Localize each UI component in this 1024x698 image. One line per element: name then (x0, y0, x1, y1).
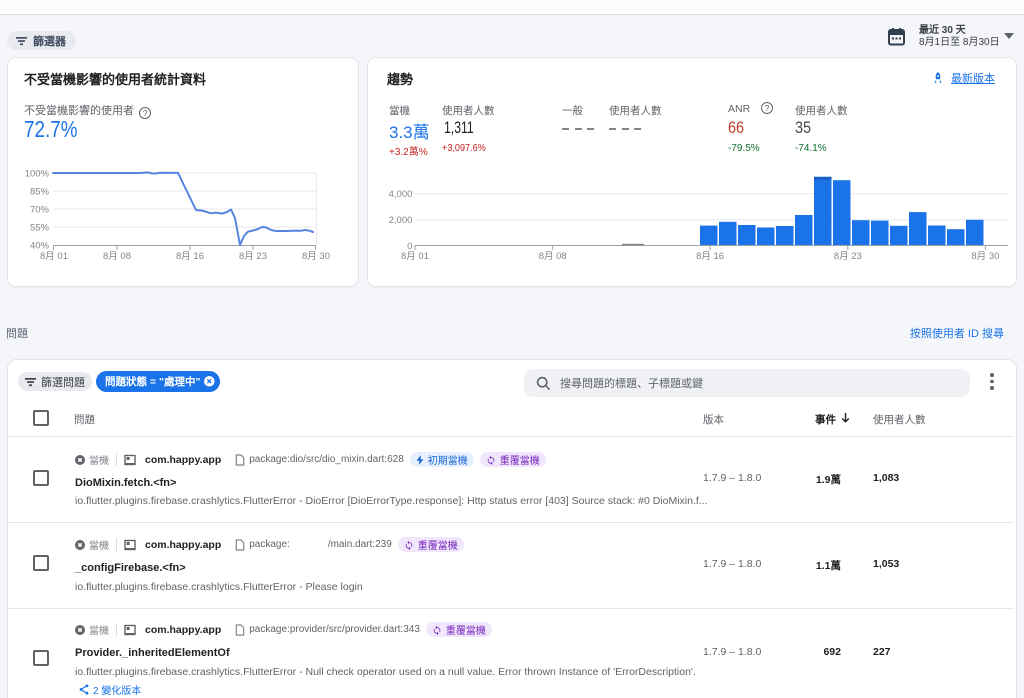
svg-text:8月 16: 8月 16 (176, 251, 204, 262)
svg-text:100%: 100% (25, 169, 50, 180)
svg-text:8月 01: 8月 01 (401, 251, 429, 262)
svg-text:8月 16: 8月 16 (696, 251, 724, 262)
svg-text:8月 23: 8月 23 (239, 251, 267, 262)
svg-text:8月 08: 8月 08 (103, 251, 131, 262)
svg-text:8月 30: 8月 30 (971, 251, 999, 262)
svg-text:70%: 70% (30, 205, 50, 216)
svg-text:4,000: 4,000 (389, 189, 413, 200)
svg-text:8月 23: 8月 23 (834, 251, 862, 262)
svg-text:40%: 40% (30, 241, 50, 252)
svg-text:85%: 85% (30, 187, 50, 198)
svg-text:8月 08: 8月 08 (539, 251, 567, 262)
svg-text:2,000: 2,000 (389, 215, 413, 226)
svg-text:55%: 55% (30, 223, 50, 234)
svg-text:8月 01: 8月 01 (40, 251, 68, 262)
svg-text:8月 30: 8月 30 (302, 251, 330, 262)
